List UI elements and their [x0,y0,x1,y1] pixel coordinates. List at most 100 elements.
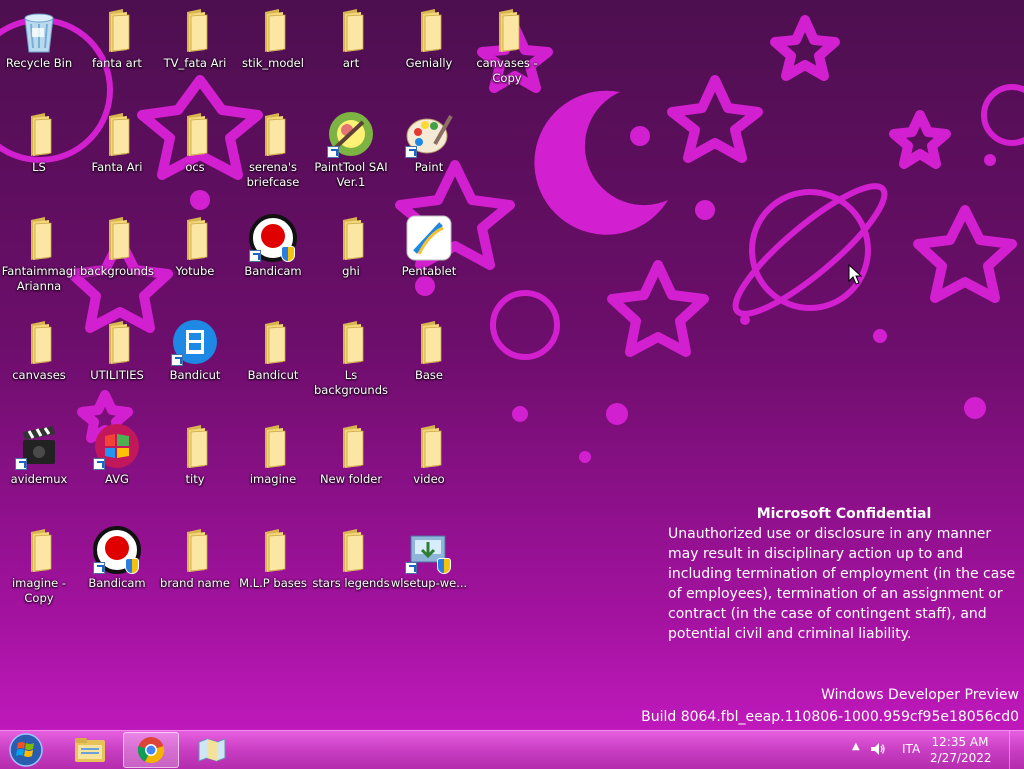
desktop-icon[interactable]: Ls backgrounds [312,312,390,412]
desktop-icon[interactable]: fanta art [78,0,156,100]
desktop-icon[interactable]: Yotube [156,208,234,308]
desktop-icon[interactable]: wlsetup-we... [390,520,468,620]
folder-icon [405,6,453,54]
folder-icon [75,738,105,762]
folder-icon [249,110,297,158]
desktop-icon-label: Fantaimmagi Arianna [1,264,77,293]
desktop-icon-label: fanta art [92,56,142,70]
desktop-icon[interactable]: brand name [156,520,234,620]
desktop-icon[interactable]: video [390,416,468,516]
start-button[interactable] [0,732,52,768]
desktop-icon-label: Bandicam [88,576,146,590]
show-hidden-icons-icon[interactable]: ▲ [852,741,860,752]
desktop-icon[interactable]: PaintTool SAI Ver.1 [312,104,390,204]
desktop-icon[interactable]: stars legends [312,520,390,620]
folder-icon [93,214,141,262]
desktop-icon[interactable]: M.L.P bases [234,520,312,620]
desktop-icon-label: video [413,472,445,486]
shortcut-arrow-icon [93,458,105,470]
desktop-icon-label: Bandicut [247,368,299,382]
desktop-icon[interactable]: LS [0,104,78,204]
desktop-icon[interactable]: Bandicut [234,312,312,412]
desktop-icon-label: ghi [342,264,360,278]
desktop-icon[interactable]: avidemux [0,416,78,516]
desktop-icon[interactable]: imagine - Copy [0,520,78,620]
uac-shield-icon [125,558,139,574]
folder-icon [249,6,297,54]
desktop-icon-label: Base [414,368,443,382]
desktop-icon[interactable]: Recycle Bin [0,0,78,100]
folder-icon [171,214,219,262]
desktop-icon[interactable]: Pentablet [390,208,468,308]
desktop-icon[interactable]: art [312,0,390,100]
desktop-icon[interactable]: Fanta Ari [78,104,156,204]
desktop-icon[interactable]: Fantaimmagi Arianna [0,208,78,308]
desktop-icon-label: Bandicut [169,368,221,382]
record-icon [93,526,141,574]
desktop-icon[interactable]: ocs [156,104,234,204]
desktop-icon-label: Recycle Bin [5,56,73,70]
desktop-icon-label: Pentablet [401,264,457,278]
record-icon [249,214,297,262]
desktop-icon[interactable]: Bandicam [78,520,156,620]
desktop-icon[interactable]: Bandicam [234,208,312,308]
taskbar-maps[interactable] [184,732,240,768]
desktop-icon[interactable]: TV_fata Ari [156,0,234,100]
folder-icon [483,6,531,54]
desktop-icon[interactable]: stik_model [234,0,312,100]
folder-icon [327,526,375,574]
desktop-icon[interactable]: canvases - Copy [468,0,546,100]
shortcut-arrow-icon [171,354,183,366]
desktop-icon[interactable]: serena's briefcase [234,104,312,204]
sai-icon [327,110,375,158]
film-icon [171,318,219,366]
desktop-icon[interactable]: Genially [390,0,468,100]
shortcut-arrow-icon [93,562,105,574]
desktop-icon-label: TV_fata Ari [163,56,227,70]
desktop-icon-label: imagine [249,472,297,486]
desktop-icon[interactable]: Paint [390,104,468,204]
folder-icon [171,422,219,470]
desktop-icon-label: backgrounds [79,264,154,278]
desktop-icon[interactable]: Base [390,312,468,412]
desktop-icon-label: stars legends [312,576,390,590]
shortcut-arrow-icon [249,250,261,262]
desktop-icon-label: wlsetup-we... [390,576,468,590]
palette-icon [405,110,453,158]
desktop-icon[interactable]: canvases [0,312,78,412]
desktop-icon[interactable]: AVG [78,416,156,516]
folder-icon [93,6,141,54]
folder-icon [405,422,453,470]
desktop-icon[interactable]: backgrounds [78,208,156,308]
desktop-icon-label: tity [185,472,205,486]
desktop-icon[interactable]: ghi [312,208,390,308]
desktop-icon-label: canvases [12,368,66,382]
language-indicator[interactable]: ITA [902,742,920,756]
desktop-icon-label: AVG [105,472,129,486]
desktop-icon[interactable]: Bandicut [156,312,234,412]
show-desktop-button[interactable] [1009,731,1024,769]
desktop-icon-label: brand name [160,576,230,590]
desktop-icon[interactable]: UTILITIES [78,312,156,412]
clock[interactable]: 12:35 AM 2/27/2022 [930,734,992,766]
desktop-icon[interactable]: imagine [234,416,312,516]
folder-icon [93,318,141,366]
shortcut-arrow-icon [327,146,339,158]
taskbar-file-explorer[interactable] [62,732,118,768]
desktop-icon-label: New folder [319,472,383,486]
folder-icon [171,6,219,54]
desktop-icon[interactable]: New folder [312,416,390,516]
desktop-icon[interactable]: tity [156,416,234,516]
uac-shield-icon [437,558,451,574]
desktop-icon-label: ocs [185,160,205,174]
product-name: Windows Developer Preview [821,687,1019,703]
desktop-icon-label: M.L.P bases [239,576,307,590]
desktop-icon-label: Paint [414,160,444,174]
taskbar-chrome[interactable] [123,732,179,768]
desktop-icon-label: UTILITIES [90,368,144,382]
confidential-watermark: Microsoft Confidential Unauthorized use … [668,504,1020,644]
taskbar: ▲ ITA 12:35 AM 2/27/2022 [0,730,1024,769]
desktop-icon-label: canvases - Copy [476,56,538,85]
folder-icon [249,422,297,470]
volume-icon[interactable] [870,741,886,757]
